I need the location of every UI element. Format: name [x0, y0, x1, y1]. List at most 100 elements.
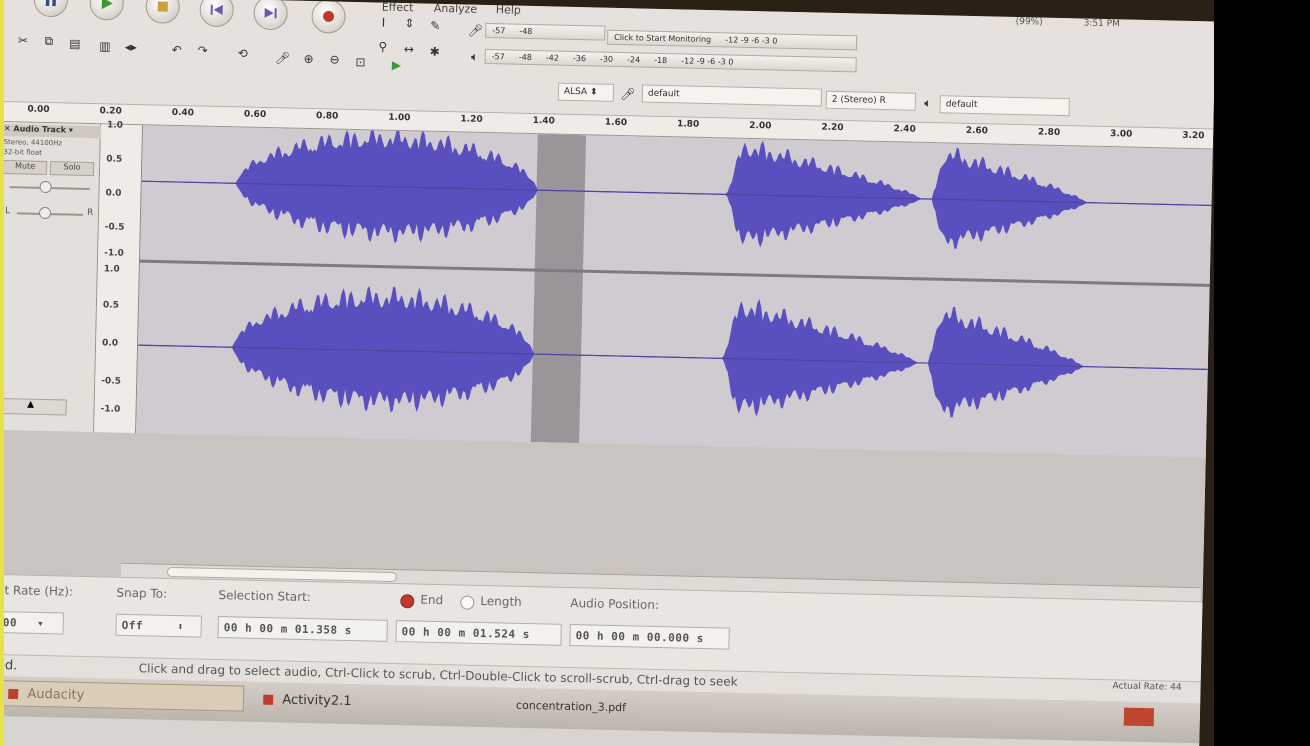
play-scale-1: -57	[491, 52, 505, 62]
selection-start-field[interactable]: 00 h 00 m 01.358 s	[217, 616, 388, 642]
scale-bottom-3: 0.0	[101, 338, 119, 349]
record-meter[interactable]: -57 -48	[485, 22, 606, 41]
record-icon	[323, 10, 335, 22]
mute-button[interactable]: Mute	[2, 160, 48, 176]
menu-analyze[interactable]: Analyze	[434, 2, 478, 16]
silence-icon[interactable]: ◂▸	[121, 37, 141, 57]
solo-button[interactable]: Solo	[49, 161, 95, 177]
trim-icon[interactable]: ▥	[95, 36, 115, 56]
record-monitor-meter[interactable]: Click to Start Monitoring -12 -9 -6 -3 0	[607, 29, 858, 51]
taskbar-item-activity[interactable]: ■ Activity2.1	[250, 686, 501, 718]
recording-device-value: default	[647, 88, 680, 100]
scale-top-5: -1.0	[104, 248, 124, 259]
snap-to-value: Off	[121, 618, 144, 632]
actual-rate: Actual Rate: 44	[1112, 681, 1182, 693]
end-label: End	[420, 592, 444, 608]
taskbar-item-pdf[interactable]: concentration_3.pdf	[504, 692, 755, 724]
collapse-track-button[interactable]: ▲	[0, 397, 67, 416]
menu-help[interactable]: Help	[496, 3, 521, 17]
ruler-tick: 2.00	[749, 120, 772, 132]
zoom-tool-icon[interactable]: ⚲	[373, 36, 393, 56]
ruler-tick: 1.80	[676, 119, 700, 130]
record-db-scale: -12 -9 -6 -3 0	[725, 35, 778, 46]
multi-tool-icon[interactable]: ✱	[425, 42, 445, 62]
speaker-meter-icon: 🔈︎	[470, 49, 479, 64]
waveform-right-channel	[138, 285, 1208, 418]
audacity-window: Effect Analyze Help I ⇕ ✎ ⚲ ↔ ✱ ✂ ⧉ ▤ ▥ …	[0, 0, 1216, 746]
spin-icon: ⬍	[176, 619, 185, 633]
playback-meter[interactable]: -57 -48 -42 -36 -30 -24 -18 -12 -9 -6 -3…	[484, 48, 857, 73]
selection-start-value: 00 h 00 m 01.358 s	[223, 620, 353, 637]
cut-icon[interactable]: ✂	[13, 30, 33, 50]
pan-left-label: L	[4, 206, 11, 217]
mic-icon[interactable]: 🎤︎	[272, 48, 292, 68]
skip-end-button[interactable]	[253, 0, 289, 31]
selection-tool-icon[interactable]: I	[373, 12, 393, 32]
ruler-tick: 2.80	[1037, 127, 1061, 138]
photo-frame: Effect Analyze Help I ⇕ ✎ ⚲ ↔ ✱ ✂ ⧉ ▤ ▥ …	[0, 0, 1310, 746]
record-button[interactable]	[311, 0, 346, 34]
close-track-icon[interactable]: ✕	[4, 124, 11, 133]
selection-region[interactable]	[530, 134, 587, 444]
ruler-tick: 0.80	[315, 111, 339, 122]
selection-end-value: 00 h 00 m 01.524 s	[401, 624, 530, 641]
taskbar-item-audacity-label: Audacity	[27, 686, 85, 703]
ruler-tick: 0.40	[171, 107, 195, 119]
channel-divider	[139, 259, 1210, 287]
host-value: ALSA	[563, 86, 588, 98]
waveform-area[interactable]	[136, 125, 1213, 458]
pause-icon	[45, 0, 57, 7]
record-scale-1: -57	[492, 26, 506, 36]
host-select[interactable]: ALSA ⬍	[557, 82, 615, 102]
track-format: 32-bit float	[3, 148, 43, 157]
project-rate-label: ect Rate (Hz):	[0, 582, 74, 599]
taskbar-indicator[interactable]	[1123, 707, 1155, 727]
battery-indicator[interactable]: (99%)	[1016, 17, 1043, 28]
stop-button[interactable]	[145, 0, 181, 24]
pan-slider-thumb[interactable]	[38, 206, 52, 220]
envelope-tool-icon[interactable]: ⇕	[399, 13, 419, 33]
fit-selection-icon[interactable]: ⊡	[350, 52, 370, 72]
track-name-button[interactable]: ✕ Audio Track ▾	[0, 123, 102, 139]
pause-button[interactable]	[33, 0, 69, 18]
playback-device-value: default	[945, 99, 978, 111]
length-radio[interactable]	[460, 595, 475, 610]
track-control-panel: ✕ Audio Track ▾ Stereo, 44100Hz 32-bit f…	[0, 121, 102, 433]
record-meter-icon: 🎤︎	[467, 23, 484, 38]
waveform-canvas[interactable]	[136, 125, 1213, 457]
end-radio[interactable]	[400, 594, 415, 609]
redo-icon[interactable]: ↷	[193, 40, 213, 60]
play-scale-2: -48	[518, 52, 532, 62]
zoom-out-icon[interactable]: ⊖	[324, 49, 344, 69]
border-strip	[0, 0, 4, 746]
snap-to-select[interactable]: Off ⬍	[115, 613, 202, 638]
zoom-in-icon[interactable]: ⊕	[298, 49, 318, 69]
scale-bottom-5: -1.0	[100, 404, 121, 415]
audio-position-field[interactable]: 00 h 00 m 00.000 s	[569, 623, 730, 650]
scale-top-4: -0.5	[104, 222, 125, 233]
playback-device-select[interactable]: default	[939, 95, 1070, 117]
taskbar-item-audacity[interactable]: ■ Audacity	[0, 679, 245, 712]
undo-icon[interactable]: ↶	[167, 40, 187, 60]
play-at-speed-icon[interactable]: ▶	[386, 55, 406, 75]
channels-select[interactable]: 2 (Stereo) R	[825, 90, 916, 111]
ruler-tick: 3.20	[1182, 130, 1205, 142]
paste-icon[interactable]: ▤	[65, 33, 85, 53]
copy-icon[interactable]: ⧉	[39, 31, 59, 51]
recording-device-select[interactable]: default	[641, 84, 823, 107]
play-button[interactable]	[89, 0, 125, 21]
play-scale-7: -18	[654, 55, 668, 66]
sync-lock-icon[interactable]: ⟲	[232, 43, 252, 63]
track-rate: Stereo, 44100Hz	[3, 138, 63, 148]
play-scale-6: -24	[626, 55, 641, 65]
draw-tool-icon[interactable]: ✎	[425, 16, 445, 36]
taskbar-item-pdf-label: concentration_3.pdf	[515, 698, 627, 714]
clock[interactable]: 3:51 PM	[1083, 19, 1119, 30]
selection-end-field[interactable]: 00 h 00 m 01.524 s	[395, 620, 562, 646]
scale-top-2: 0.5	[106, 154, 123, 165]
ruler-tick: 0.20	[99, 106, 122, 117]
gain-slider-thumb[interactable]	[39, 180, 52, 194]
skip-start-button[interactable]	[199, 0, 235, 28]
project-rate-select[interactable]: 100 ▾	[0, 610, 64, 635]
ruler-tick: 3.00	[1109, 129, 1133, 140]
